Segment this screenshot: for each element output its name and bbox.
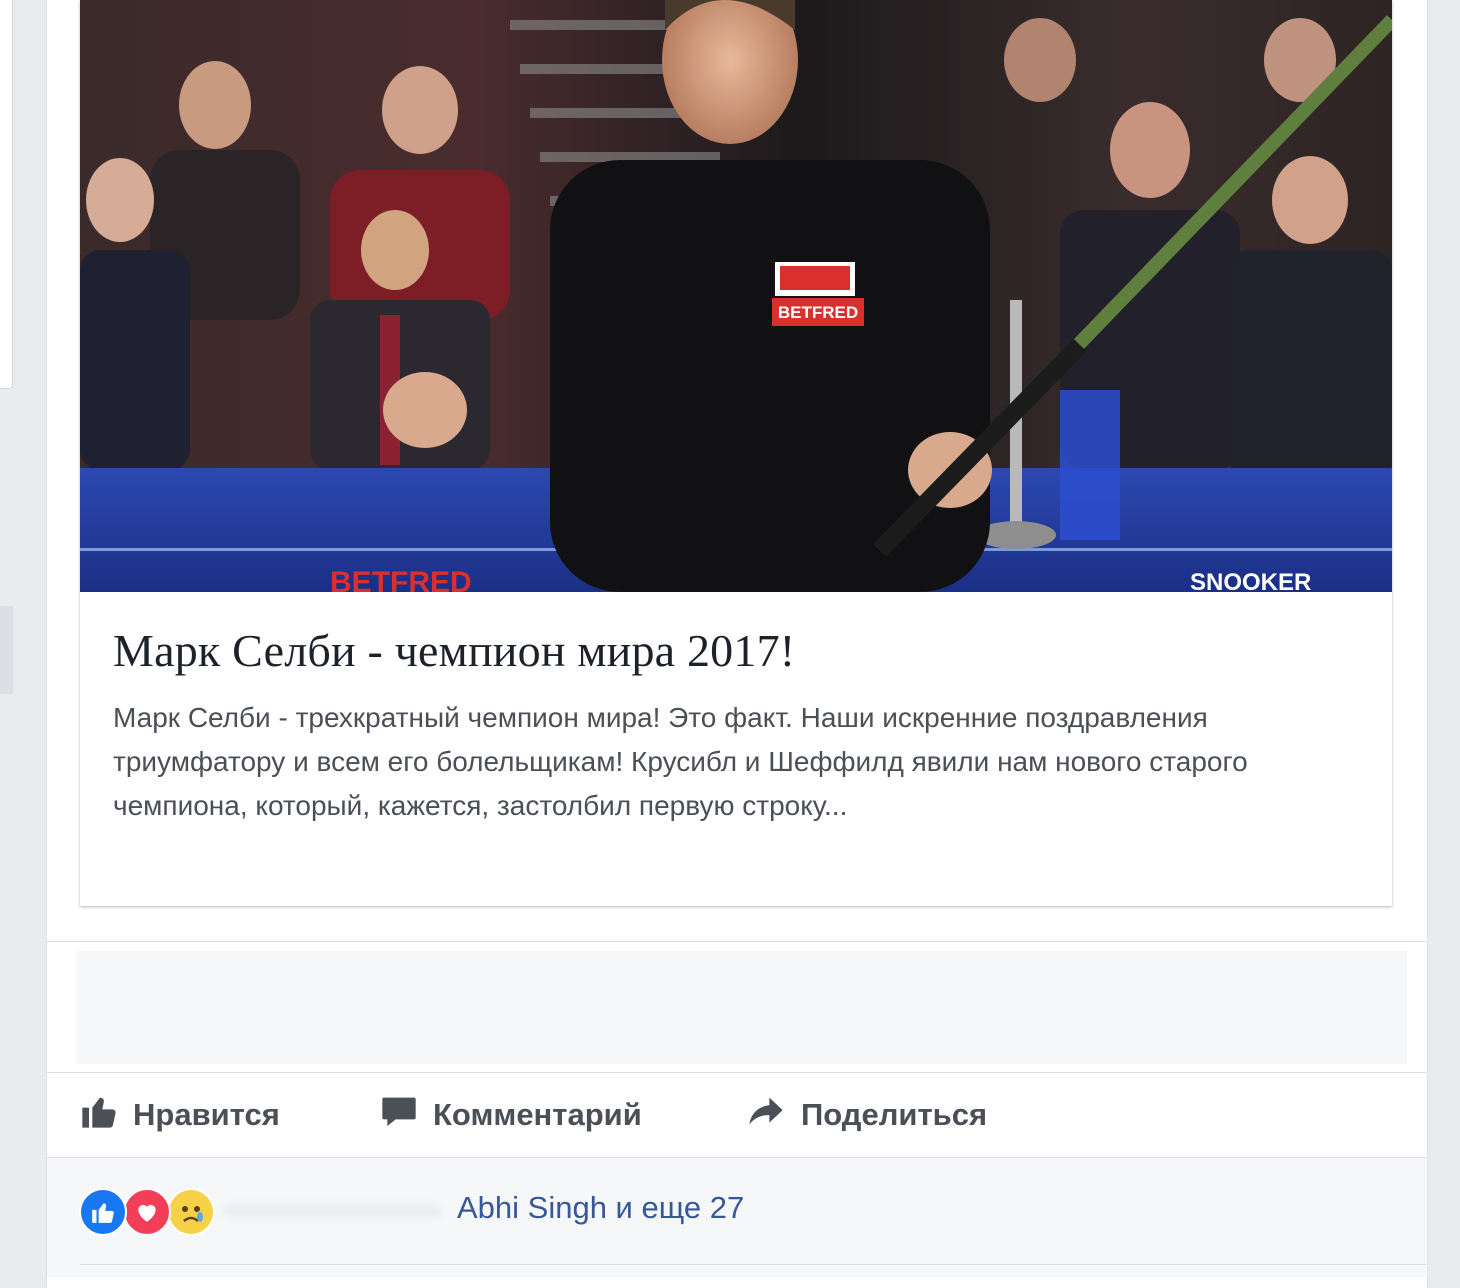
comment-label: Комментарий [433, 1097, 642, 1132]
share-button[interactable]: Поделиться [745, 1073, 987, 1157]
blurred-name-placeholder [223, 1204, 443, 1218]
banner-left-text: BETFRED [330, 566, 472, 592]
sponsor-badge-text: BETFRED [778, 303, 858, 322]
reactions-summary-link[interactable]: Abhi Singh и еще 27 [457, 1190, 744, 1226]
comment-button[interactable]: Комментарий [379, 1073, 642, 1157]
comment-icon [379, 1091, 433, 1139]
like-button[interactable]: Нравится [79, 1073, 280, 1157]
sad-reaction-icon[interactable] [167, 1188, 215, 1236]
preview-title[interactable]: Марк Селби - чемпион мира 2017! [113, 624, 795, 677]
link-preview-card[interactable]: BETFRED SNOOKER BETFRED Марк Селби - чем… [80, 0, 1392, 906]
preview-photo[interactable]: BETFRED SNOOKER BETFRED [80, 0, 1392, 592]
share-icon [745, 1091, 801, 1139]
reactions-bar: Abhi Singh и еще 27 [47, 1158, 1426, 1277]
share-label: Поделиться [801, 1097, 988, 1132]
reaction-icons[interactable] [79, 1188, 229, 1236]
thumbs-up-icon [79, 1091, 133, 1139]
love-reaction-icon[interactable] [123, 1188, 171, 1236]
left-sidebar-stub [0, 606, 13, 694]
divider [80, 1264, 1426, 1265]
like-reaction-icon[interactable] [79, 1188, 127, 1236]
left-sidebar-panel [0, 0, 13, 389]
banner-right-text: SNOOKER [1190, 569, 1311, 592]
divider [47, 941, 1426, 942]
like-label: Нравится [133, 1097, 280, 1132]
post-action-bar: Нравится Комментарий Поделиться [47, 1073, 1426, 1157]
preview-description: Марк Селби - трехкратный чемпион мира! Э… [113, 702, 1248, 821]
empty-content-box [76, 951, 1407, 1064]
